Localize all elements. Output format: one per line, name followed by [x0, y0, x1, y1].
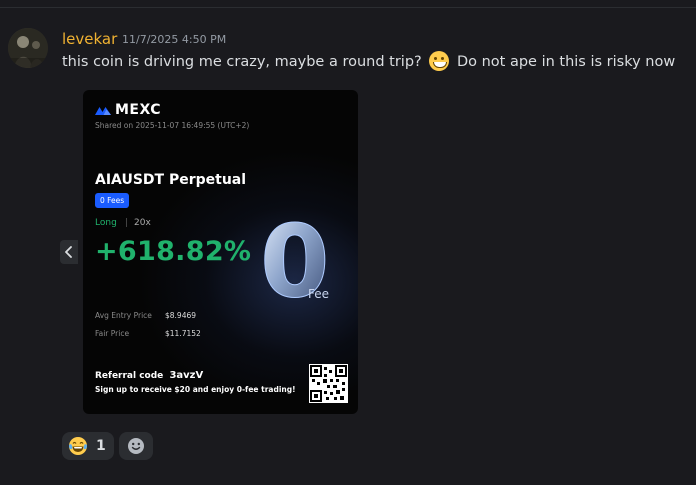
avatar[interactable] — [8, 28, 48, 68]
reaction-count: 1 — [96, 438, 106, 454]
laughing-tears-emoji-icon — [69, 437, 87, 455]
add-reaction-button[interactable] — [119, 432, 153, 460]
referral-code: 3avzV — [169, 370, 204, 381]
message-text-before: this coin is driving me crazy, maybe a r… — [62, 54, 422, 70]
divider-line — [0, 7, 696, 8]
fair-price-value: $11.7152 — [165, 329, 201, 338]
position-side: Long — [95, 218, 117, 228]
brand-name: MEXC — [115, 102, 162, 118]
message-text: this coin is driving me crazy, maybe a r… — [62, 51, 675, 71]
referral-subtitle: Sign up to receive $20 and enjoy 0-fee t… — [95, 385, 296, 394]
avg-entry-price-label: Avg Entry Price — [95, 311, 152, 320]
leverage: 20x — [134, 218, 151, 228]
zero-fee-label: Fee — [308, 287, 329, 301]
mexc-logo: MEXC — [95, 102, 161, 118]
leverage-separator: | — [125, 218, 129, 228]
avg-entry-price-value: $8.9469 — [165, 311, 197, 320]
carousel-prev-button[interactable] — [60, 240, 78, 264]
referral-label: Referral code — [95, 371, 164, 381]
qr-code-icon — [309, 364, 348, 403]
reaction-laughing[interactable]: 1 — [62, 432, 114, 460]
message-author[interactable]: levekar — [62, 30, 117, 48]
referral-line: Referral code 3avzV — [95, 370, 203, 381]
mexc-mountain-icon — [95, 107, 111, 115]
pnl-percentage: +618.82% — [95, 236, 252, 267]
chevron-left-icon — [65, 246, 72, 258]
shared-date: Shared on 2025-11-07 16:49:55 (UTC+2) — [95, 121, 250, 130]
fees-badge: 0 Fees — [95, 193, 130, 208]
add-reaction-smiley-icon — [128, 438, 144, 454]
zero-fee-graphic: 0 Fee — [260, 208, 331, 308]
fair-price-label: Fair Price — [95, 329, 130, 338]
shared-image-card[interactable]: MEXC Shared on 2025-11-07 16:49:55 (UTC+… — [83, 90, 358, 414]
message-text-after: Do not ape in this is risky now — [456, 54, 676, 70]
trading-pair: AIAUSDT Perpetual — [95, 172, 247, 188]
message-timestamp: 11/7/2025 4:50 PM — [122, 33, 227, 46]
smile-emoji-icon — [429, 51, 450, 71]
